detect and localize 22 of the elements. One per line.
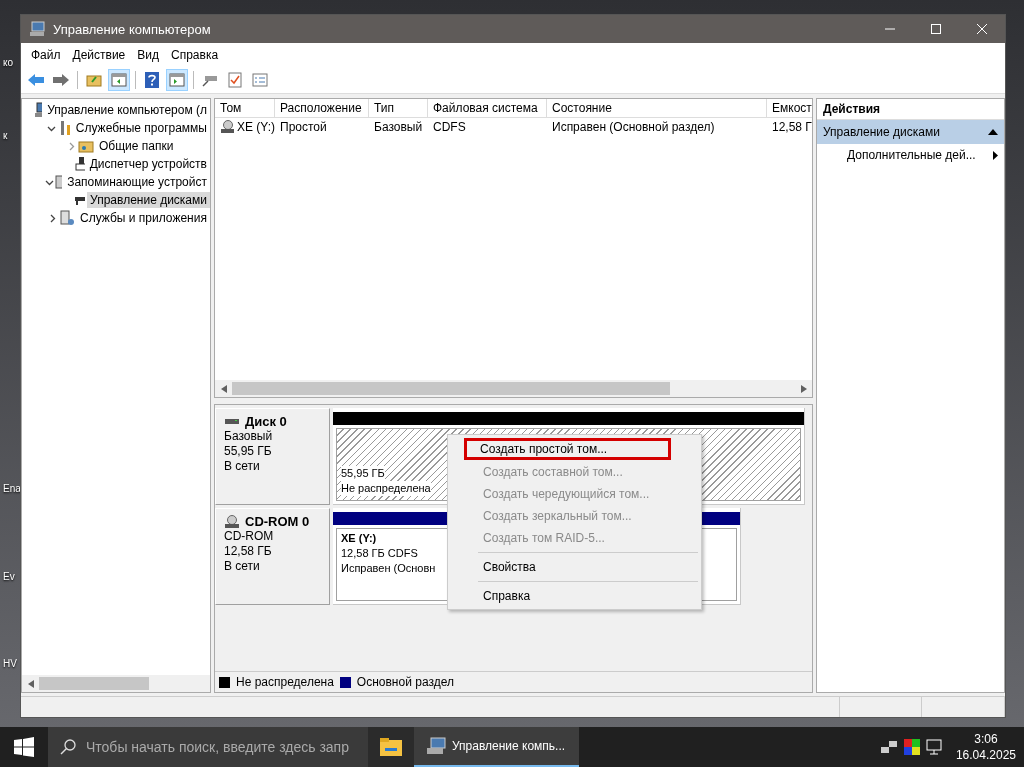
- legend-label: Не распределена: [236, 675, 334, 689]
- window-title: Управление компьютером: [53, 21, 212, 37]
- partition-label: Исправен (Основн: [341, 561, 436, 576]
- table-cell: 12,58 Г: [772, 120, 812, 134]
- disk-status: В сети: [224, 459, 261, 474]
- partition-label: 55,95 ГБ: [341, 466, 385, 481]
- table-cell: CDFS: [433, 120, 466, 134]
- partition-title: XE (Y:): [341, 531, 377, 546]
- disk-type: CD-ROM: [224, 529, 275, 544]
- disk-size: 12,58 ГБ: [224, 544, 273, 559]
- disk-type: Базовый: [224, 429, 274, 444]
- partition-label: 12,58 ГБ CDFS: [341, 546, 418, 561]
- legend-label: Основной раздел: [356, 675, 454, 689]
- table-cell: Базовый: [374, 120, 423, 134]
- table-cell: Исправен (Основной раздел): [552, 120, 715, 134]
- disk-size: 55,95 ГБ: [224, 444, 273, 459]
- partition-label: Не распределена: [341, 481, 431, 496]
- disk-status: В сети: [224, 559, 261, 574]
- disk-name: CD-ROM 0: [245, 514, 310, 529]
- disk-name: Диск 0: [245, 414, 287, 429]
- table-cell: XE (Y:): [237, 120, 275, 134]
- table-cell: Простой: [280, 120, 327, 134]
